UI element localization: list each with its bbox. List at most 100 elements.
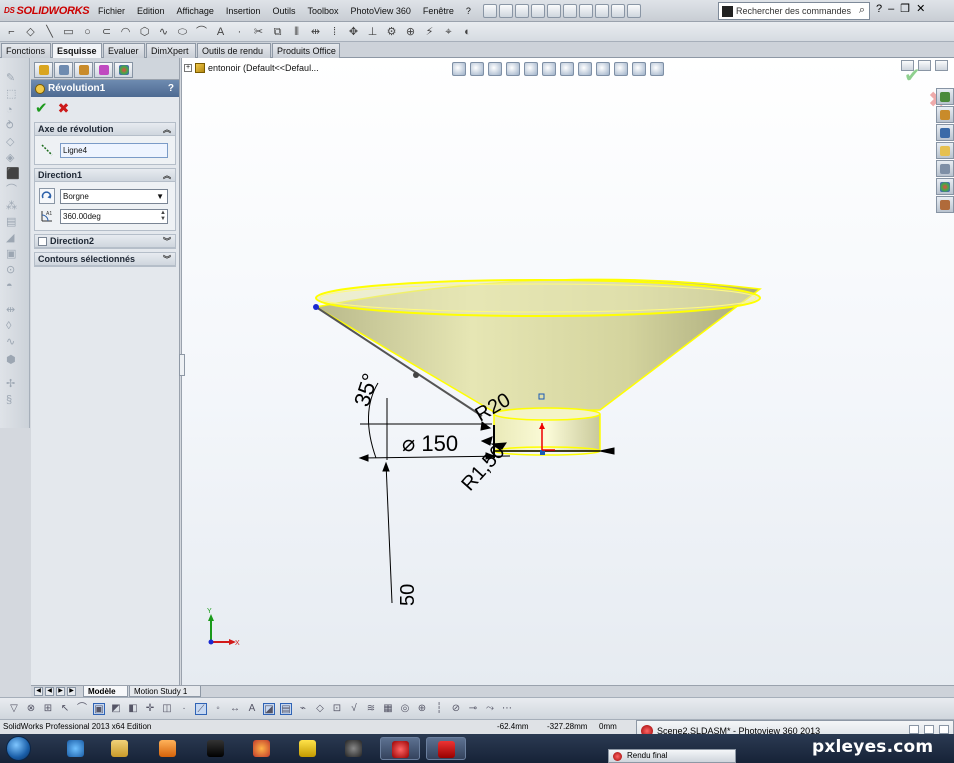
dim-radius-bottom-text[interactable]: R1,50 xyxy=(457,441,509,495)
quick-snaps-icon[interactable]: ⊕ xyxy=(403,25,419,39)
filter-vertices-icon[interactable]: ↖ xyxy=(59,703,71,715)
filter-balloons-icon[interactable]: ◎ xyxy=(399,703,411,715)
collapse-chevron-icon[interactable]: ︽ xyxy=(163,169,171,182)
panel-splitter-handle[interactable] xyxy=(179,354,185,376)
strip-boundary-icon[interactable]: ◈ xyxy=(6,152,22,164)
feature-manager-tab[interactable] xyxy=(34,62,53,78)
options-icon[interactable] xyxy=(626,3,641,18)
circle-icon[interactable]: ○ xyxy=(80,25,96,39)
taskbar-explorer[interactable] xyxy=(100,737,140,760)
filter-misc-icon[interactable]: ⋯ xyxy=(501,703,513,715)
last-tab-icon[interactable]: ▶ xyxy=(67,687,76,696)
filter-surfaces-icon[interactable]: ◩ xyxy=(110,703,122,715)
filter-all-icon[interactable]: ⊞ xyxy=(42,703,54,715)
filter-dowel-icon[interactable]: ⊘ xyxy=(450,703,462,715)
filter-solid-bodies-icon[interactable]: ▤ xyxy=(280,702,292,715)
strip-cut-icon[interactable]: ⬛ xyxy=(6,168,22,180)
taskbar-camera[interactable] xyxy=(334,737,374,760)
filter-center-marks-icon[interactable]: ⊕ xyxy=(416,703,428,715)
filter-blocks-icon[interactable]: ▦ xyxy=(382,703,394,715)
contours-group-header[interactable]: Contours sélectionnés ︾ xyxy=(35,253,175,266)
photoview-minimize-icon[interactable] xyxy=(909,725,919,734)
ellipse-icon[interactable]: ⬭ xyxy=(175,25,191,39)
fillet-icon[interactable]: ⌒ xyxy=(194,25,210,39)
taskbar-app[interactable] xyxy=(288,737,328,760)
open-document-icon[interactable] xyxy=(514,3,529,18)
strip-sweep-icon[interactable]: ⥁ xyxy=(6,120,22,132)
search-icon[interactable]: ⌕ xyxy=(859,4,865,17)
shaded-contours-icon[interactable]: ◐ xyxy=(460,25,476,39)
funnel-top-rim[interactable] xyxy=(315,279,761,317)
strip-wrap-icon[interactable]: ⊙ xyxy=(6,264,22,276)
save-icon[interactable] xyxy=(530,3,545,18)
dimxpert-manager-tab[interactable] xyxy=(94,62,113,78)
strip-helix-icon[interactable]: § xyxy=(6,394,22,406)
text-icon[interactable]: A xyxy=(213,25,229,39)
menu-outils[interactable]: Outils xyxy=(266,0,301,22)
first-tab-icon[interactable]: ◀ xyxy=(34,687,43,696)
filter-cosmetic-thread-icon[interactable]: ≋ xyxy=(365,703,377,715)
strip-instant3d-icon[interactable]: ⬢ xyxy=(6,354,22,366)
help-icon[interactable]: ? xyxy=(876,3,882,15)
strip-draft-icon[interactable]: ◢ xyxy=(6,232,22,244)
repair-sketch-icon[interactable]: ⚙ xyxy=(384,25,400,39)
axis-group-header[interactable]: Axe de révolution ︽ xyxy=(35,123,175,136)
collapse-chevron-icon[interactable]: ︽ xyxy=(163,123,171,136)
reverse-direction-icon[interactable] xyxy=(38,188,56,204)
cancel-button[interactable]: ✖ xyxy=(58,100,70,117)
strip-shell-icon[interactable]: ▣ xyxy=(6,248,22,260)
axis-selection-field[interactable]: Ligne4 xyxy=(60,142,168,158)
line-icon[interactable]: ╲ xyxy=(42,25,58,39)
filter-route-icon[interactable]: ⤳ xyxy=(484,703,496,715)
filter-connection-icon[interactable]: ⊸ xyxy=(467,703,479,715)
strip-loft-icon[interactable]: ◇ xyxy=(6,136,22,148)
length-dimension-line[interactable] xyxy=(385,462,393,604)
display-manager-tab[interactable] xyxy=(114,62,133,78)
taskbar-solidworks-2[interactable] xyxy=(426,737,466,760)
filter-clear-icon[interactable]: ⊗ xyxy=(25,703,37,715)
pin-icon[interactable] xyxy=(482,3,497,18)
taskbar-media-player[interactable] xyxy=(148,737,188,760)
direction2-group-header[interactable]: Direction2 ︾ xyxy=(35,235,175,248)
tab-motion-study[interactable]: Motion Study 1 xyxy=(129,686,201,697)
photoview-close-icon[interactable] xyxy=(939,725,949,734)
next-tab-icon[interactable]: ▶ xyxy=(56,687,65,696)
taskbar-thumbnail-popup[interactable]: Rendu final xyxy=(608,749,736,763)
filter-sketch-points-icon[interactable]: ◦ xyxy=(212,703,224,715)
tab-modele[interactable]: Modèle xyxy=(83,686,128,697)
strip-mirror-icon[interactable]: ⇹ xyxy=(6,304,22,316)
filter-centerline-icon[interactable]: ┆ xyxy=(433,703,445,715)
tab-esquisse[interactable]: Esquisse xyxy=(52,43,102,59)
trim-icon[interactable]: ✂ xyxy=(251,25,267,39)
convert-entities-icon[interactable]: ⧉ xyxy=(270,25,286,39)
tab-evaluer[interactable]: Evaluer xyxy=(103,43,145,58)
dim-diameter-text[interactable]: ⌀ 150 xyxy=(402,431,458,456)
point-icon[interactable]: · xyxy=(232,25,248,39)
graphics-area[interactable]: + entonoir (Default<<Defaul... ✔ ✖ xyxy=(181,58,954,685)
filter-axes-icon[interactable]: ✛ xyxy=(144,703,156,715)
menu-insertion[interactable]: Insertion xyxy=(220,0,267,22)
strip-extrude-icon[interactable]: ⬚ xyxy=(6,88,22,100)
menu-affichage[interactable]: Affichage xyxy=(171,0,220,22)
rectangle-icon[interactable]: ▭ xyxy=(61,25,77,39)
strip-fillet-icon[interactable]: ⌒ xyxy=(6,184,22,196)
offset-icon[interactable]: ⫴ xyxy=(289,25,305,39)
filter-surface-bodies-icon[interactable]: ◪ xyxy=(263,702,275,715)
prev-tab-icon[interactable]: ◀ xyxy=(45,687,54,696)
filter-points-icon[interactable]: · xyxy=(178,703,190,715)
filter-notes-icon[interactable]: A xyxy=(246,703,258,715)
select-icon[interactable] xyxy=(578,3,593,18)
taskbar-solidworks-1[interactable] xyxy=(380,737,420,760)
direction1-group-header[interactable]: Direction1 ︽ xyxy=(35,169,175,182)
filter-datum-icon[interactable]: ◇ xyxy=(314,703,326,715)
ok-button[interactable]: ✔ xyxy=(35,99,48,117)
rapid-sketch-icon[interactable]: ⚡ xyxy=(422,25,438,39)
command-search[interactable]: Rechercher des commandes ⌕ xyxy=(718,2,870,20)
sketch-icon[interactable]: ⌐ xyxy=(4,25,20,39)
print-icon[interactable] xyxy=(546,3,561,18)
revolve-angle-input[interactable]: 360.00deg ▲ ▼ xyxy=(60,208,168,224)
new-document-icon[interactable] xyxy=(498,3,513,18)
configuration-manager-tab[interactable] xyxy=(74,62,93,78)
strip-dome-icon[interactable]: ◓ xyxy=(6,280,22,292)
menu-help[interactable]: ? xyxy=(460,0,477,22)
